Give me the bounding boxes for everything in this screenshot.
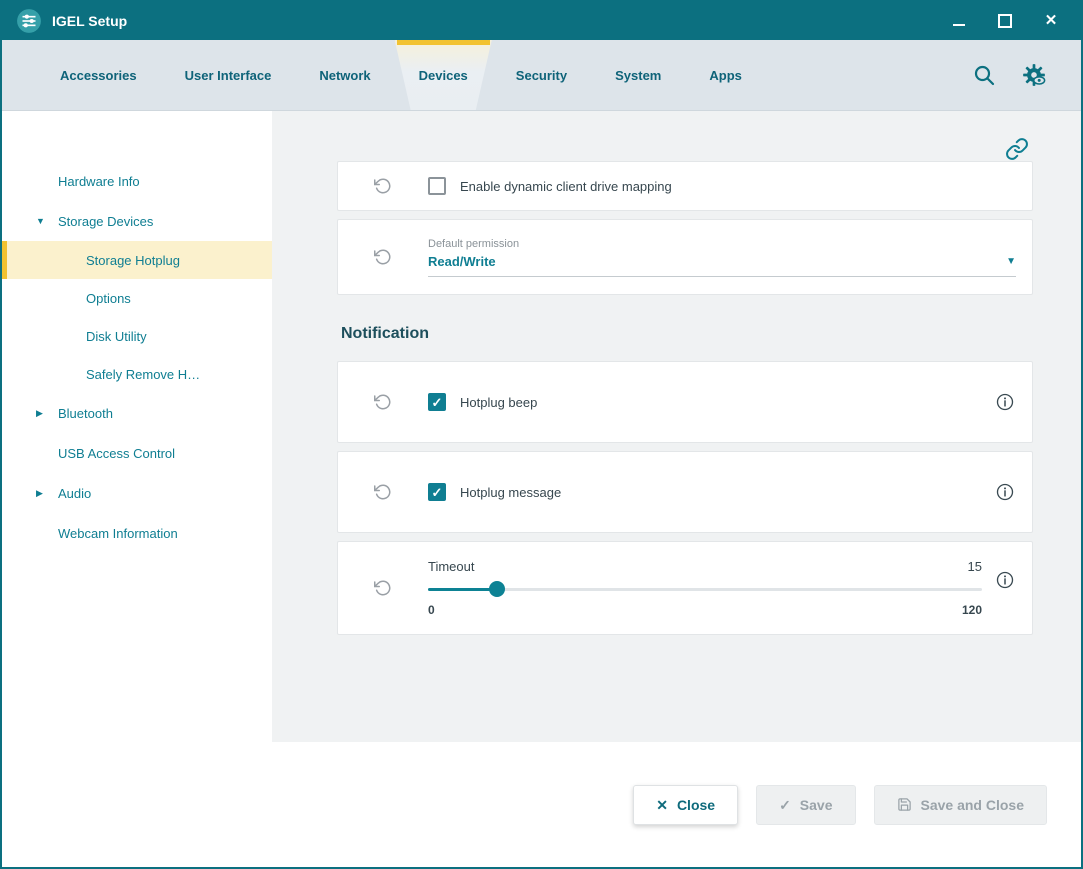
window-controls: ✕ [951,13,1067,29]
tab-label: User Interface [185,68,272,83]
sidebar-item-storage-hotplug[interactable]: Storage Hotplug [2,241,272,279]
floppy-icon [897,797,912,812]
sidebar-item-safely-remove[interactable]: Safely Remove H… [2,355,272,393]
slider-track[interactable] [428,588,982,591]
triangle-collapsed-icon: ▶ [36,488,58,499]
tab-user-interface[interactable]: User Interface [161,40,296,110]
info-icon[interactable] [994,569,1016,591]
checkbox-label: Enable dynamic client drive mapping [460,179,672,194]
slider-min: 0 [428,603,435,617]
checkbox-hotplug-beep[interactable]: ✓ [428,393,446,411]
check-icon: ✓ [779,798,791,812]
window-title: IGEL Setup [52,13,127,29]
sidebar-item-label: Options [86,291,131,306]
minimize-button[interactable] [951,13,967,29]
setting-row-hotplug-message: ✓ Hotplug message [337,451,1033,533]
setting-row-default-permission: Default permission Read/Write ▼ [337,219,1033,295]
minimize-icon [953,24,965,26]
sidebar-item-storage-devices[interactable]: ▼Storage Devices [2,201,272,241]
settings-content: Enable dynamic client drive mapping Defa… [272,111,1081,742]
reset-to-default-icon[interactable] [338,483,428,501]
reset-to-default-icon[interactable] [338,393,428,411]
sidebar-item-label: Storage Hotplug [86,253,180,268]
tabbar-actions [971,40,1081,110]
section-title-notification: Notification [341,325,1033,343]
select-value: Read/Write [428,254,1006,269]
slider-fill [428,588,497,591]
sidebar-item-label: Safely Remove H… [86,367,200,382]
reset-to-default-icon[interactable] [338,248,428,266]
close-window-button[interactable]: ✕ [1043,13,1059,29]
info-icon[interactable] [994,481,1016,503]
tab-accessories[interactable]: Accessories [36,40,161,110]
sidebar-item-bluetooth[interactable]: ▶Bluetooth [2,393,272,433]
reset-to-default-icon[interactable] [338,177,428,195]
titlebar: IGEL Setup ✕ [2,2,1081,40]
igel-setup-window: IGEL Setup ✕ Accessories User Interface … [0,0,1083,869]
triangle-expanded-icon: ▼ [36,216,58,226]
sidebar-item-webcam-information[interactable]: Webcam Information [2,513,272,553]
slider-value: 15 [968,559,982,574]
tab-bar: Accessories User Interface Network Devic… [2,40,1081,111]
reset-to-default-icon[interactable] [338,579,428,597]
setting-row-hotplug-beep: ✓ Hotplug beep [337,361,1033,443]
tab-label: Devices [419,68,468,83]
sidebar-item-options[interactable]: Options [2,279,272,317]
slider-label: Timeout [428,559,474,574]
close-button-label: Close [677,797,715,813]
sidebar-item-label: Bluetooth [58,406,113,421]
timeout-slider-field: Timeout 15 0 120 [428,559,982,617]
checkbox-label: Hotplug beep [460,395,537,410]
checkbox-dynamic-mapping[interactable] [428,177,446,195]
sidebar-item-label: Disk Utility [86,329,147,344]
gear-eye-icon[interactable] [1021,62,1047,88]
timeout-slider[interactable] [428,581,982,597]
default-permission-select[interactable]: Default permission Read/Write ▼ [428,238,1016,277]
save-and-close-button-label: Save and Close [921,797,1025,813]
sidebar-item-usb-access-control[interactable]: USB Access Control [2,433,272,473]
slider-max: 120 [962,603,982,617]
sidebar-item-disk-utility[interactable]: Disk Utility [2,317,272,355]
tab-network[interactable]: Network [295,40,394,110]
sidebar-item-audio[interactable]: ▶Audio [2,473,272,513]
checkbox-label: Hotplug message [460,485,561,500]
save-and-close-button[interactable]: Save and Close [874,785,1048,825]
sidebar-item-label: Audio [58,486,91,501]
triangle-collapsed-icon: ▶ [36,408,58,419]
tab-label: Apps [709,68,742,83]
save-button-label: Save [800,797,833,813]
sidebar-item-label: Storage Devices [58,214,153,229]
link-icon[interactable] [1005,137,1029,161]
sidebar-item-label: USB Access Control [58,446,175,461]
slider-thumb[interactable] [489,581,505,597]
close-button[interactable]: ✕ Close [633,785,738,825]
checkbox-hotplug-message[interactable]: ✓ [428,483,446,501]
info-icon[interactable] [994,391,1016,413]
main-area: Hardware Info ▼Storage Devices Storage H… [2,111,1081,742]
igel-logo-icon [16,8,42,34]
close-x-icon: ✕ [656,798,668,812]
chevron-down-icon: ▼ [1006,256,1016,267]
setting-row-timeout: Timeout 15 0 120 [337,541,1033,635]
footer-bar: ✕ Close ✓ Save Save and Close [2,742,1081,867]
setting-row-dynamic-mapping: Enable dynamic client drive mapping [337,161,1033,211]
tab-label: Network [319,68,370,83]
search-icon[interactable] [971,62,997,88]
tab-label: System [615,68,661,83]
save-button[interactable]: ✓ Save [756,785,855,825]
maximize-icon [998,14,1012,28]
tab-system[interactable]: System [591,40,685,110]
tab-label: Accessories [60,68,137,83]
sidebar-item-label: Hardware Info [58,174,140,189]
tab-devices[interactable]: Devices [395,40,492,110]
sidebar-item-hardware-info[interactable]: Hardware Info [2,161,272,201]
sidebar-item-label: Webcam Information [58,526,178,541]
tab-label: Security [516,68,567,83]
maximize-button[interactable] [997,13,1013,29]
tab-security[interactable]: Security [492,40,591,110]
tab-apps[interactable]: Apps [685,40,766,110]
select-label: Default permission [428,238,1016,250]
close-icon: ✕ [1045,13,1058,29]
sidebar: Hardware Info ▼Storage Devices Storage H… [2,111,272,742]
